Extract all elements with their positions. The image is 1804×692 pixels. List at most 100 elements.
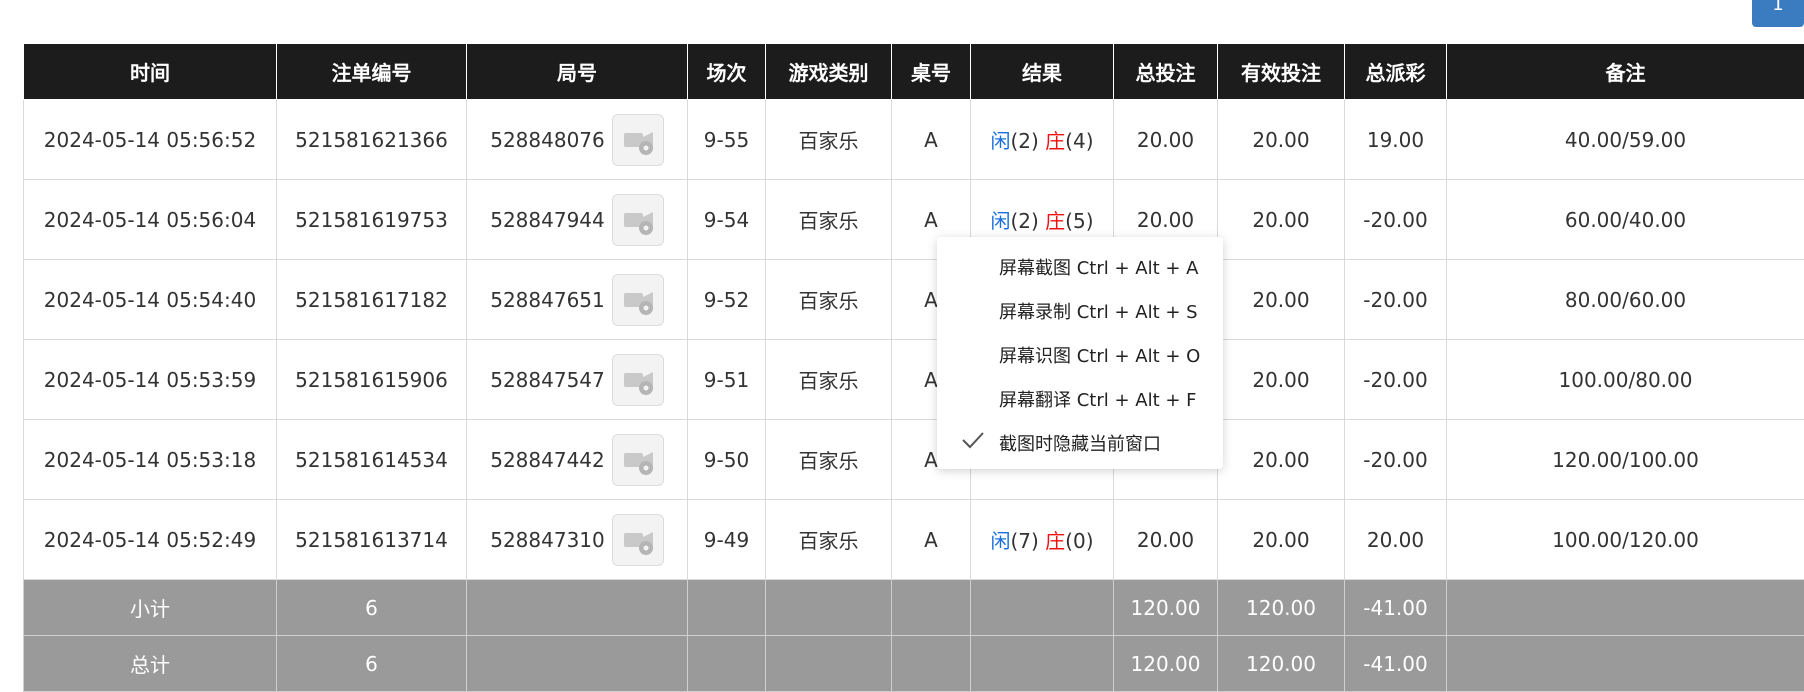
cell-session: 9-51: [688, 340, 766, 420]
round-id-text: 528847547: [490, 368, 605, 392]
video-camera-icon[interactable]: [612, 194, 664, 246]
round-id-text: 528847442: [490, 448, 605, 472]
player-value: (7): [1010, 529, 1038, 553]
bet-records-table: 时间 注单编号 局号 场次 游戏类别 桌号 结果 总投注 有效投注 总派彩 备注…: [23, 43, 1804, 692]
cell-valid-bet: 20.00: [1218, 340, 1345, 420]
cell-payout: -20.00: [1345, 340, 1447, 420]
cell-round-id: 528847651: [467, 260, 688, 340]
total-payout: -41.00: [1345, 636, 1447, 692]
cell-game: 百家乐: [766, 340, 892, 420]
cell-payout: -20.00: [1345, 180, 1447, 260]
video-camera-icon[interactable]: [612, 274, 664, 326]
header-bet-id: 注单编号: [277, 44, 467, 100]
total-count: 6: [277, 636, 467, 692]
menu-item-screen-record[interactable]: 屏幕录制 Ctrl + Alt + S: [999, 298, 1198, 324]
table-row: 2024-05-14 05:53:59 521581615906 5288475…: [24, 340, 1804, 420]
header-remark: 备注: [1447, 44, 1804, 100]
cell-remark: 120.00/100.00: [1447, 420, 1804, 500]
cell-round-id: 528848076: [467, 100, 688, 180]
cell-bet-id: 521581615906: [277, 340, 467, 420]
cell-valid-bet: 20.00: [1218, 260, 1345, 340]
subtotal-valid-bet: 120.00: [1218, 580, 1345, 636]
table-header-row: 时间 注单编号 局号 场次 游戏类别 桌号 结果 总投注 有效投注 总派彩 备注: [24, 44, 1804, 100]
cell-bet-id: 521581617182: [277, 260, 467, 340]
subtotal-payout: -41.00: [1345, 580, 1447, 636]
empty-cell: [467, 636, 688, 692]
round-id-text: 528847944: [490, 208, 605, 232]
subtotal-total-bet: 120.00: [1114, 580, 1218, 636]
cell-remark: 100.00/80.00: [1447, 340, 1804, 420]
cell-bet-id: 521581614534: [277, 420, 467, 500]
cell-session: 9-54: [688, 180, 766, 260]
cell-session: 9-50: [688, 420, 766, 500]
cell-game: 百家乐: [766, 100, 892, 180]
menu-item-hide-window[interactable]: 截图时隐藏当前窗口: [999, 430, 1161, 456]
total-label: 总计: [24, 636, 277, 692]
empty-cell: [766, 580, 892, 636]
player-value: (2): [1010, 129, 1038, 153]
empty-cell: [971, 580, 1114, 636]
video-camera-icon[interactable]: [612, 354, 664, 406]
cell-result: 闲(2) 庄(4): [971, 100, 1114, 180]
cell-remark: 40.00/59.00: [1447, 100, 1804, 180]
empty-cell: [467, 580, 688, 636]
header-total-bet: 总投注: [1114, 44, 1218, 100]
cell-table-no: A: [892, 500, 971, 580]
header-payout: 总派彩: [1345, 44, 1447, 100]
header-time: 时间: [24, 44, 277, 100]
total-valid-bet: 120.00: [1218, 636, 1345, 692]
cell-round-id: 528847547: [467, 340, 688, 420]
cell-valid-bet: 20.00: [1218, 420, 1345, 500]
subtotal-label: 小计: [24, 580, 277, 636]
cell-session: 9-52: [688, 260, 766, 340]
cell-bet-id: 521581619753: [277, 180, 467, 260]
cell-game: 百家乐: [766, 260, 892, 340]
cell-total-bet: 20.00: [1114, 100, 1218, 180]
cell-total-bet: 20.00: [1114, 500, 1218, 580]
table-row: 2024-05-14 05:54:40 521581617182 5288476…: [24, 260, 1804, 340]
cell-bet-id: 521581613714: [277, 500, 467, 580]
menu-item-screen-translate[interactable]: 屏幕翻译 Ctrl + Alt + F: [999, 386, 1197, 412]
header-result: 结果: [971, 44, 1114, 100]
check-icon: [961, 431, 985, 453]
empty-cell: [892, 636, 971, 692]
empty-cell: [766, 636, 892, 692]
cell-remark: 100.00/120.00: [1447, 500, 1804, 580]
empty-cell: [1447, 636, 1804, 692]
player-label: 闲: [990, 129, 1010, 153]
round-id-text: 528847310: [490, 528, 605, 552]
cell-time: 2024-05-14 05:53:18: [24, 420, 277, 500]
page-button[interactable]: 1: [1752, 0, 1804, 27]
cell-time: 2024-05-14 05:54:40: [24, 260, 277, 340]
banker-value: (5): [1065, 209, 1093, 233]
empty-cell: [892, 580, 971, 636]
banker-label: 庄: [1045, 129, 1065, 153]
video-camera-icon[interactable]: [612, 434, 664, 486]
cell-result: 闲(7) 庄(0): [971, 500, 1114, 580]
player-label: 闲: [990, 529, 1010, 553]
menu-item-screen-ocr[interactable]: 屏幕识图 Ctrl + Alt + O: [999, 342, 1200, 368]
round-id-text: 528848076: [490, 128, 605, 152]
table-row: 2024-05-14 05:52:49 521581613714 5288473…: [24, 500, 1804, 580]
header-session: 场次: [688, 44, 766, 100]
header-valid-bet: 有效投注: [1218, 44, 1345, 100]
total-row: 总计 6 120.00 120.00 -41.00: [24, 636, 1804, 692]
video-camera-icon[interactable]: [612, 514, 664, 566]
cell-round-id: 528847442: [467, 420, 688, 500]
cell-payout: 19.00: [1345, 100, 1447, 180]
cell-table-no: A: [892, 100, 971, 180]
cell-time: 2024-05-14 05:56:52: [24, 100, 277, 180]
total-total-bet: 120.00: [1114, 636, 1218, 692]
cell-valid-bet: 20.00: [1218, 100, 1345, 180]
cell-payout: -20.00: [1345, 420, 1447, 500]
subtotal-count: 6: [277, 580, 467, 636]
empty-cell: [1447, 580, 1804, 636]
cell-round-id: 528847310: [467, 500, 688, 580]
video-camera-icon[interactable]: [612, 114, 664, 166]
cell-remark: 60.00/40.00: [1447, 180, 1804, 260]
menu-item-screenshot[interactable]: 屏幕截图 Ctrl + Alt + A: [999, 254, 1199, 280]
cell-valid-bet: 20.00: [1218, 180, 1345, 260]
cell-time: 2024-05-14 05:56:04: [24, 180, 277, 260]
empty-cell: [688, 636, 766, 692]
player-label: 闲: [990, 209, 1010, 233]
